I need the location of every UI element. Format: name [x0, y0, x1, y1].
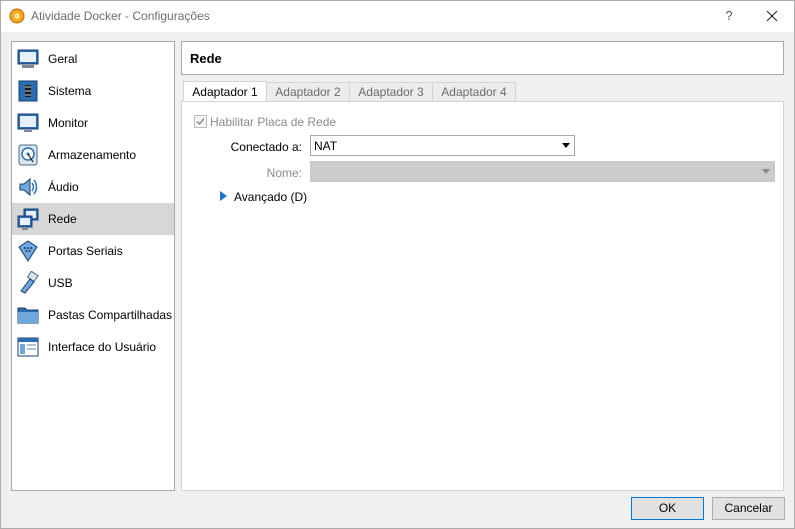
usb-icon [20, 271, 39, 294]
sidebar-item-usb[interactable]: USB [12, 267, 174, 299]
virtualbox-app-icon [9, 8, 25, 24]
name-select[interactable] [310, 161, 775, 182]
general-monitor-icon [17, 49, 39, 68]
shared-folder-icon [17, 307, 39, 324]
tab-adaptador-2[interactable]: Adaptador 2 [266, 82, 350, 102]
storage-disk-icon [18, 144, 38, 166]
sidebar-item-portas-seriais[interactable]: Portas Seriais [12, 235, 174, 267]
sidebar-item-label: USB [48, 276, 73, 290]
attached-to-select[interactable]: NAT [310, 135, 575, 156]
page-title: Rede [190, 51, 222, 66]
sidebar-item-interface-do-usuario[interactable]: Interface do Usuário [12, 331, 174, 363]
sidebar-item-label: Portas Seriais [48, 244, 123, 258]
help-button[interactable]: ? [719, 5, 739, 27]
sidebar-item-audio[interactable]: Áudio [12, 171, 174, 203]
expand-arrow-icon[interactable] [220, 191, 227, 201]
ok-button[interactable]: OK [631, 497, 704, 520]
title-bar: Atividade Docker - Configurações ? [1, 1, 794, 32]
sidebar-item-label: Interface do Usuário [48, 340, 157, 354]
checkmark-icon [196, 118, 205, 126]
window-title: Atividade Docker - Configurações [31, 9, 210, 23]
sidebar-item-geral[interactable]: Geral [12, 43, 174, 75]
tab-adaptador-3[interactable]: Adaptador 3 [349, 82, 433, 102]
page-header: Rede [181, 41, 784, 75]
adapter-panel: Habilitar Placa de Rede Conectado a: NAT… [181, 101, 784, 491]
sidebar-item-label: Pastas Compartilhadas [48, 308, 173, 322]
serial-port-icon [18, 240, 38, 262]
settings-sidebar: Geral Sistema Monitor Armazenamento Áudi… [11, 41, 175, 491]
tab-adaptador-1[interactable]: Adaptador 1 [183, 81, 267, 103]
user-interface-icon [17, 337, 39, 357]
speaker-icon [19, 177, 38, 197]
cancel-button[interactable]: Cancelar [712, 497, 785, 520]
display-icon [17, 113, 39, 132]
network-icon [17, 208, 39, 230]
enable-adapter-label: Habilitar Placa de Rede [210, 115, 337, 129]
sidebar-item-label: Monitor [48, 116, 89, 130]
enable-adapter-checkbox[interactable] [194, 115, 207, 128]
sidebar-item-label: Sistema [48, 84, 92, 98]
sidebar-item-label: Áudio [48, 180, 79, 194]
tab-adaptador-4[interactable]: Adaptador 4 [432, 82, 516, 102]
sidebar-item-rede[interactable]: Rede [12, 203, 174, 235]
sidebar-item-pastas-compartilhadas[interactable]: Pastas Compartilhadas [12, 299, 174, 331]
chevron-down-icon [562, 143, 570, 148]
attached-to-value: NAT [314, 139, 338, 153]
sidebar-item-label: Rede [48, 212, 77, 226]
close-icon[interactable] [761, 5, 783, 27]
chevron-down-icon [762, 169, 770, 174]
attached-to-label: Conectado a: [230, 140, 302, 154]
settings-window: Atividade Docker - Configurações ? Geral [0, 0, 795, 529]
sidebar-item-label: Geral [48, 52, 78, 66]
system-chip-icon [18, 80, 38, 102]
sidebar-item-label: Armazenamento [48, 148, 137, 162]
sidebar-item-monitor[interactable]: Monitor [12, 107, 174, 139]
advanced-toggle[interactable]: Avançado (D) [234, 190, 307, 204]
name-label: Nome: [266, 166, 302, 180]
sidebar-item-armazenamento[interactable]: Armazenamento [12, 139, 174, 171]
sidebar-item-sistema[interactable]: Sistema [12, 75, 174, 107]
